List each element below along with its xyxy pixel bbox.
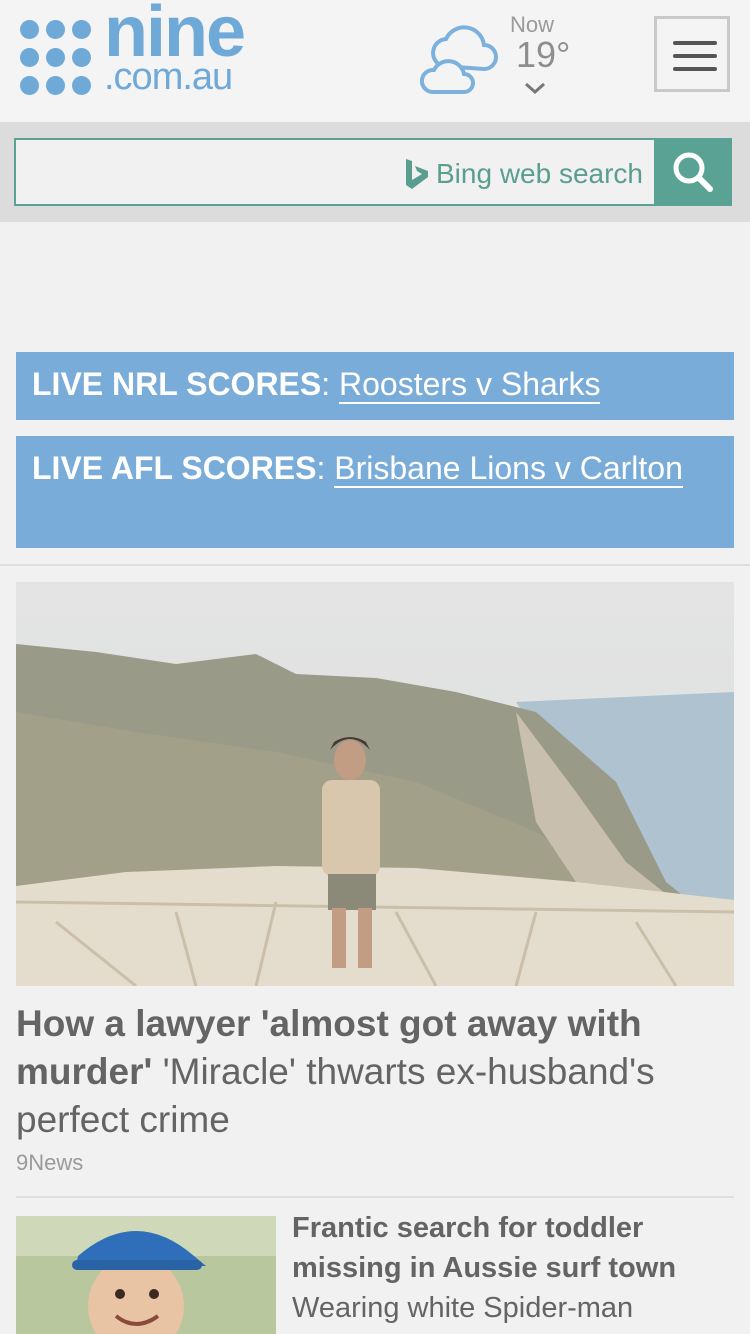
story-text[interactable]: Frantic search for toddler missing in Au… [292,1208,732,1328]
afl-score-banner: LIVE AFL SCORES: Brisbane Lions v Carlto… [16,436,734,548]
hero-story-source: 9News [16,1150,84,1175]
search-bar: Bing web search [0,122,750,222]
nrl-score-label: LIVE NRL SCORES [32,366,322,402]
logo-dots-icon [18,18,98,96]
nrl-score-banner: LIVE NRL SCORES: Roosters v Sharks [16,352,734,420]
story-headline[interactable]: Frantic search for toddler missing in Au… [292,1208,732,1288]
weather-widget[interactable]: Now 19° [420,10,580,110]
hero-story-image[interactable] [16,582,734,986]
story-divider [16,1196,734,1198]
logo-domain: .com.au [104,56,233,98]
chevron-down-icon[interactable] [523,80,547,96]
story-summary: Wearing white Spider-man [292,1292,634,1324]
search-icon [673,152,713,192]
bing-logo-icon [406,159,428,189]
story-thumbnail[interactable] [16,1216,276,1334]
weather-temperature: 19° [516,34,571,75]
afl-score-separator: : [316,450,326,486]
hero-story-text[interactable]: How a lawyer 'almost got away with murde… [16,1000,734,1144]
nrl-score-link[interactable]: Roosters v Sharks [339,366,601,404]
afl-score-link[interactable]: Brisbane Lions v Carlton [334,450,683,488]
cloud-icon [420,25,498,94]
menu-button[interactable] [654,16,730,92]
nrl-score-separator: : [321,366,331,402]
search-button[interactable] [654,138,732,206]
nine-logo[interactable]: nine .com.au [18,0,268,98]
search-placeholder: Bing web search [436,158,644,189]
search-input[interactable]: Bing web search [14,138,656,206]
afl-score-label: LIVE AFL SCORES [32,450,317,486]
site-header: nine .com.au Now 19° [0,0,750,122]
section-divider [0,564,750,566]
